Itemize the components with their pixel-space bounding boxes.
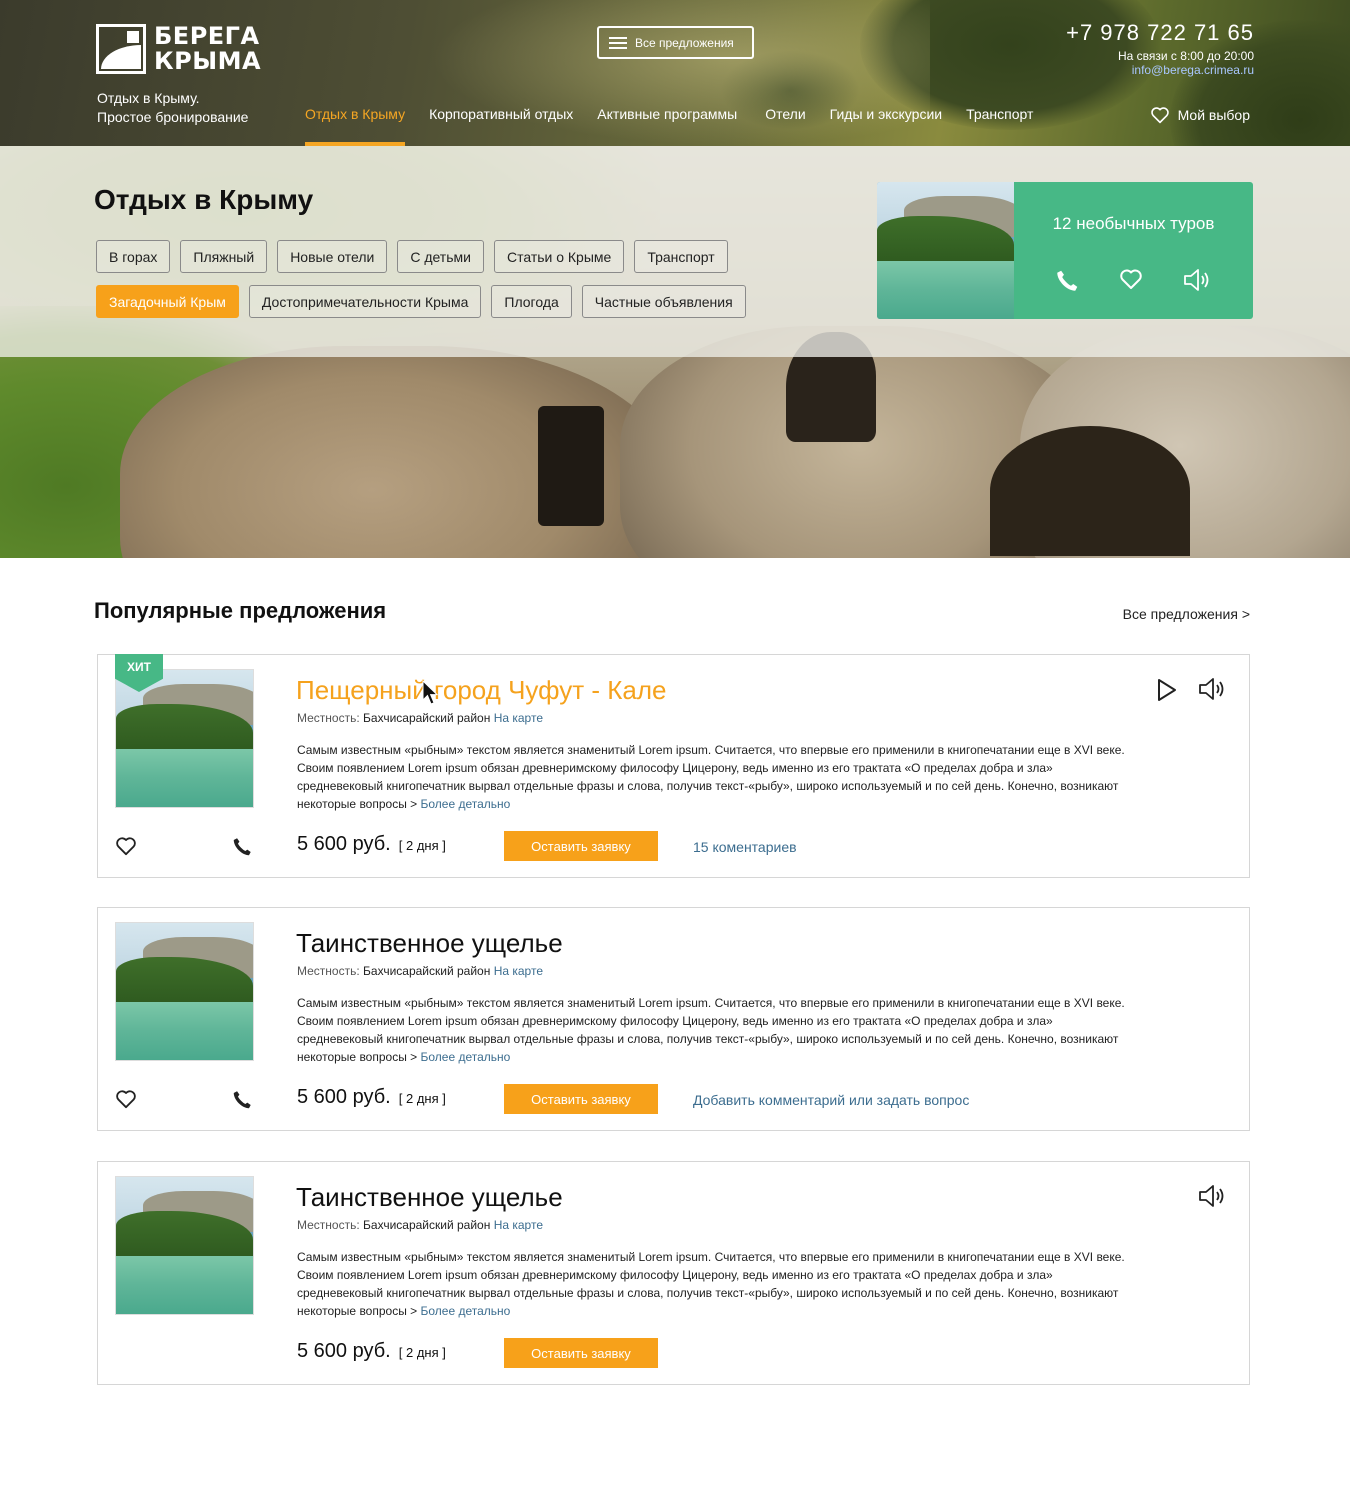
offer-card: Таинственное ущелье Местность: Бахчисара… [97, 1161, 1250, 1385]
price-value: 5 600 руб. [297, 1340, 391, 1362]
promo-image [877, 182, 1014, 319]
offer-location: Местность: Бахчисарайский район На карте [297, 711, 543, 725]
tag-articles[interactable]: Статьи о Крыме [493, 240, 625, 273]
tagline-line-2: Простое бронирование [97, 109, 249, 125]
order-button[interactable]: Оставить заявку [504, 1084, 658, 1114]
nav-item-active-programs[interactable]: Активные программы [597, 106, 737, 146]
offer-description: Самым известным «рыбным» текстом являетс… [297, 1248, 1137, 1320]
location-label: Местность: [297, 1218, 360, 1232]
nav-item-transport[interactable]: Транспорт [966, 106, 1033, 146]
tagline: Отдых в Крыму. Простое бронирование [97, 89, 248, 127]
add-comment-link[interactable]: Добавить комментарий или задать вопрос [693, 1092, 969, 1108]
heart-icon[interactable] [1119, 268, 1143, 290]
heart-icon[interactable] [115, 836, 137, 856]
section-title: Популярные предложения [94, 598, 387, 623]
more-link[interactable]: Более детально [421, 1050, 511, 1064]
offer-location: Местность: Бахчисарайский район На карте [297, 964, 543, 978]
speaker-icon[interactable] [1198, 1183, 1228, 1209]
nav-item-hotels[interactable]: Отели [765, 106, 805, 146]
offer-price: 5 600 руб. [ 2 дня ] [297, 1086, 446, 1109]
offer-card: Таинственное ущелье Местность: Бахчисара… [97, 907, 1250, 1131]
location-value: Бахчисарайский район [363, 964, 491, 978]
map-link[interactable]: На карте [494, 1218, 543, 1232]
promo-title: 12 необычных туров [1052, 214, 1215, 233]
all-offers-button-label: Все предложения [635, 35, 734, 50]
offer-title[interactable]: Пещерный город Чуфут - Кале [296, 675, 666, 706]
cursor-icon [422, 680, 438, 705]
comments-link[interactable]: 15 коментариев [693, 839, 797, 855]
heart-icon [1150, 107, 1169, 124]
tag-mountains[interactable]: В горах [96, 240, 171, 273]
main-nav: Отдых в Крыму Корпоративный отдых Активн… [305, 106, 1057, 146]
offer-image[interactable] [115, 922, 254, 1061]
speaker-icon[interactable] [1198, 676, 1228, 702]
tag-weather[interactable]: Плогода [491, 285, 572, 318]
tagline-line-1: Отдых в Крыму. [97, 90, 200, 106]
header-hours: На связи с 8:00 до 20:00 [1117, 49, 1254, 63]
more-link[interactable]: Более детально [421, 797, 511, 811]
logo-text: БЕРЕГА КРЫМА [154, 24, 261, 74]
offer-title[interactable]: Таинственное ущелье [296, 928, 563, 959]
price-duration: [ 2 дня ] [398, 1345, 446, 1360]
price-value: 5 600 руб. [297, 1086, 391, 1108]
price-value: 5 600 руб. [297, 833, 391, 855]
offer-image[interactable] [115, 1176, 254, 1315]
phone-icon[interactable] [231, 836, 253, 858]
tag-new-hotels[interactable]: Новые отели [277, 240, 388, 273]
location-value: Бахчисарайский район [363, 1218, 491, 1232]
offer-price: 5 600 руб. [ 2 дня ] [297, 833, 446, 856]
location-label: Местность: [297, 711, 360, 725]
tag-mysterious-crimea[interactable]: Загадочный Крым [96, 285, 239, 318]
offer-location: Местность: Бахчисарайский район На карте [297, 1218, 543, 1232]
phone-icon[interactable] [1054, 268, 1080, 294]
price-duration: [ 2 дня ] [398, 1091, 446, 1106]
location-value: Бахчисарайский район [363, 711, 491, 725]
logo-mark-icon [96, 24, 146, 74]
order-button[interactable]: Оставить заявку [504, 1338, 658, 1368]
offer-title[interactable]: Таинственное ущелье [296, 1182, 563, 1213]
logo-line-1: БЕРЕГА [154, 22, 260, 50]
logo[interactable]: БЕРЕГА КРЫМА [96, 24, 276, 74]
see-all-link[interactable]: Все предложения > [1123, 606, 1250, 622]
all-offers-button[interactable]: Все предложения [597, 26, 754, 59]
offer-description: Самым известным «рыбным» текстом являетс… [297, 994, 1137, 1066]
location-label: Местность: [297, 964, 360, 978]
tag-private-ads[interactable]: Частные объявления [581, 285, 746, 318]
page-title: Отдых в Крыму [94, 184, 314, 215]
offer-description: Самым известным «рыбным» текстом являетс… [297, 741, 1137, 813]
nav-item-guides[interactable]: Гиды и экскурсии [830, 106, 942, 146]
menu-icon [609, 36, 627, 49]
offer-price: 5 600 руб. [ 2 дня ] [297, 1340, 446, 1363]
nav-item-corporate[interactable]: Корпоративный отдых [429, 106, 573, 146]
heart-icon[interactable] [115, 1089, 137, 1109]
category-tags: В горах Пляжный Новые отели С детьми Ста… [96, 240, 776, 330]
logo-line-2: КРЫМА [154, 47, 262, 75]
speaker-icon[interactable] [1183, 268, 1213, 292]
offer-card: ХИТ Пещерный город Чуфут - Кале Местност… [97, 654, 1250, 878]
header-email[interactable]: info@berega.crimea.ru [1132, 63, 1254, 77]
header-phone[interactable]: +7 978 722 71 65 [1066, 20, 1254, 46]
phone-icon[interactable] [231, 1089, 253, 1111]
hero-panel: Отдых в Крыму В горах Пляжный Новые отел… [0, 146, 1350, 357]
tag-with-kids[interactable]: С детьми [397, 240, 484, 273]
tag-transport[interactable]: Транспорт [634, 240, 728, 273]
map-link[interactable]: На карте [494, 711, 543, 725]
hero-section: Отдых в Крыму В горах Пляжный Новые отел… [0, 146, 1350, 558]
site-header: БЕРЕГА КРЫМА Отдых в Крыму. Простое брон… [0, 0, 1350, 146]
tag-beach[interactable]: Пляжный [180, 240, 268, 273]
promo-block[interactable]: 12 необычных туров [877, 182, 1253, 319]
order-button[interactable]: Оставить заявку [504, 831, 658, 861]
nav-item-crimea-rest[interactable]: Отдых в Крыму [305, 106, 406, 146]
price-duration: [ 2 дня ] [398, 838, 446, 853]
my-choice-link[interactable]: Мой выбор [1150, 106, 1250, 124]
my-choice-label: Мой выбор [1177, 107, 1250, 123]
map-link[interactable]: На карте [494, 964, 543, 978]
more-link[interactable]: Более детально [421, 1304, 511, 1318]
tag-sights[interactable]: Достопримечательности Крыма [248, 285, 482, 318]
play-icon[interactable] [1156, 678, 1178, 702]
